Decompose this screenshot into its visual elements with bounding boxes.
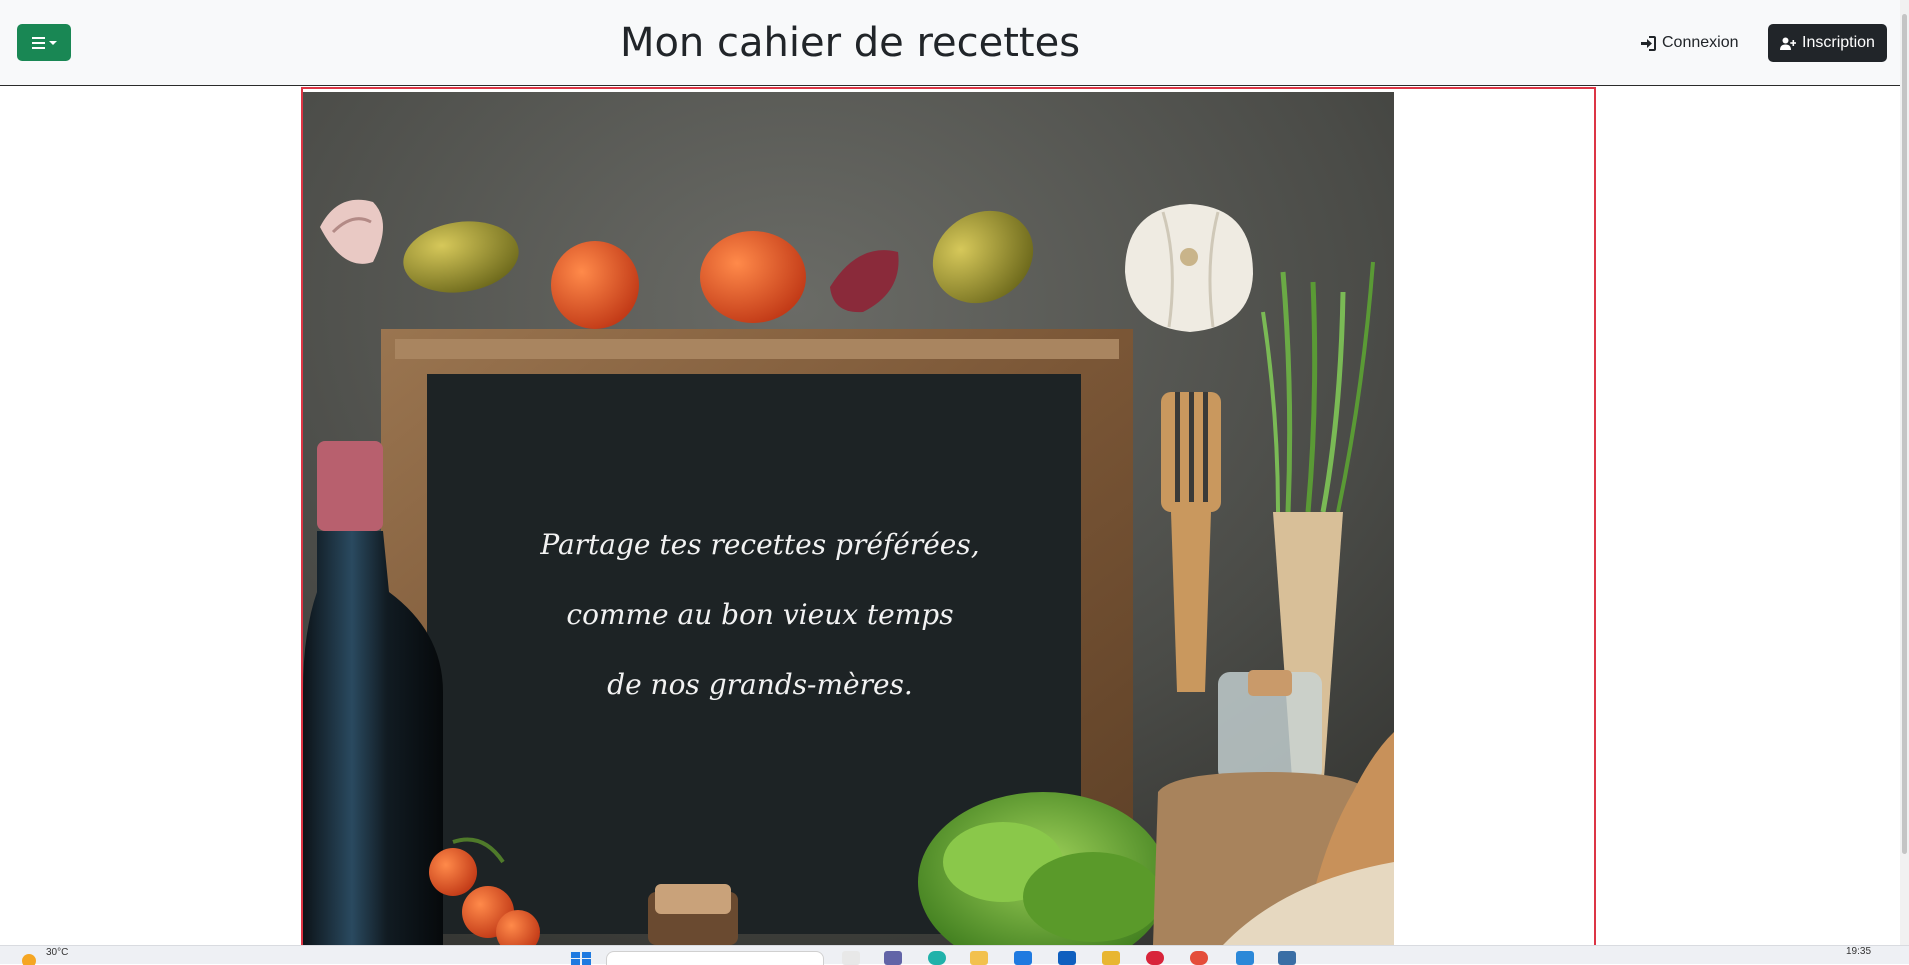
opera-icon[interactable]: [1146, 951, 1164, 965]
task-view-icon[interactable]: [842, 951, 860, 965]
top-navbar: Mon cahier de recettes Connexion Inscrip…: [0, 0, 1900, 86]
folder-icon[interactable]: [1102, 951, 1120, 965]
signup-button[interactable]: Inscription: [1768, 24, 1887, 62]
sign-in-icon: [1641, 35, 1656, 51]
chrome-icon[interactable]: [1190, 951, 1208, 965]
taskbar-clock[interactable]: 19:35: [1846, 946, 1871, 957]
hero-tagline: Partage tes recettes préférées, comme au…: [430, 510, 1090, 720]
app-icon[interactable]: [1278, 951, 1296, 965]
tagline-line: de nos grands-mères.: [607, 668, 913, 701]
login-link[interactable]: Connexion: [1640, 30, 1739, 56]
signup-label: Inscription: [1802, 34, 1875, 51]
garlic-bulb: [1125, 204, 1253, 332]
scrollbar-thumb[interactable]: [1902, 14, 1907, 854]
tagline-line: comme au bon vieux temps: [566, 598, 954, 631]
weather-icon[interactable]: [20, 952, 38, 965]
login-label: Connexion: [1662, 34, 1739, 51]
taskbar-search[interactable]: [606, 951, 824, 965]
tagline-line: Partage tes recettes préférées,: [540, 528, 980, 561]
os-taskbar: 30°C 19:35: [0, 945, 1909, 965]
site-title: Mon cahier de recettes: [619, 20, 1081, 66]
store-icon[interactable]: [1014, 951, 1032, 965]
weather-temperature: 30°C: [46, 947, 69, 958]
file-explorer-icon[interactable]: [970, 951, 988, 965]
edge-icon[interactable]: [928, 951, 946, 965]
user-plus-icon: [1780, 37, 1797, 50]
start-icon[interactable]: [570, 951, 592, 965]
outlook-icon[interactable]: [1058, 951, 1076, 965]
teams-icon[interactable]: [884, 951, 902, 965]
vscode-icon[interactable]: [1236, 951, 1254, 965]
